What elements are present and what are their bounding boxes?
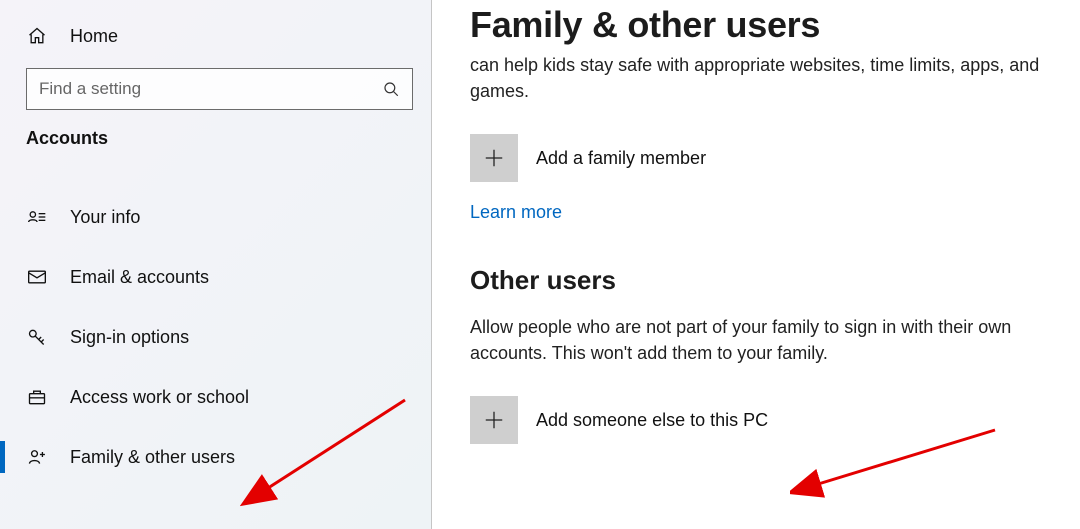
sidebar-item-label: Your info: [70, 207, 140, 228]
add-other-label: Add someone else to this PC: [536, 410, 768, 431]
briefcase-icon: [26, 386, 48, 408]
add-other-user-button[interactable]: Add someone else to this PC: [470, 396, 1062, 444]
sidebar-item-label: Family & other users: [70, 447, 235, 468]
main-content: Family & other users can help kids stay …: [432, 0, 1080, 529]
search-icon: [382, 80, 400, 98]
sidebar-item-email[interactable]: Email & accounts: [0, 247, 431, 307]
sidebar-section-heading: Accounts: [0, 128, 431, 149]
home-label: Home: [70, 26, 118, 47]
sidebar-item-family[interactable]: Family & other users: [0, 427, 431, 487]
home-icon: [26, 25, 48, 47]
search-input[interactable]: [39, 79, 382, 99]
mail-icon: [26, 266, 48, 288]
family-description: can help kids stay safe with appropriate…: [470, 52, 1062, 104]
sidebar-item-label: Email & accounts: [70, 267, 209, 288]
sidebar-item-signin[interactable]: Sign-in options: [0, 307, 431, 367]
add-family-button[interactable]: Add a family member: [470, 134, 1062, 182]
sidebar-item-your-info[interactable]: Your info: [0, 187, 431, 247]
sidebar-item-label: Sign-in options: [70, 327, 189, 348]
learn-more-link[interactable]: Learn more: [470, 202, 562, 223]
sidebar-item-work-school[interactable]: Access work or school: [0, 367, 431, 427]
key-icon: [26, 326, 48, 348]
other-users-heading: Other users: [470, 265, 1062, 296]
people-plus-icon: [26, 446, 48, 468]
home-nav[interactable]: Home: [0, 18, 431, 54]
plus-icon: [470, 396, 518, 444]
settings-sidebar: Home Accounts Your info: [0, 0, 432, 529]
page-title: Family & other users: [470, 4, 1062, 46]
plus-icon: [470, 134, 518, 182]
search-input-wrapper[interactable]: [26, 68, 413, 110]
add-family-label: Add a family member: [536, 148, 706, 169]
sidebar-item-label: Access work or school: [70, 387, 249, 408]
other-users-description: Allow people who are not part of your fa…: [470, 314, 1062, 366]
user-card-icon: [26, 206, 48, 228]
